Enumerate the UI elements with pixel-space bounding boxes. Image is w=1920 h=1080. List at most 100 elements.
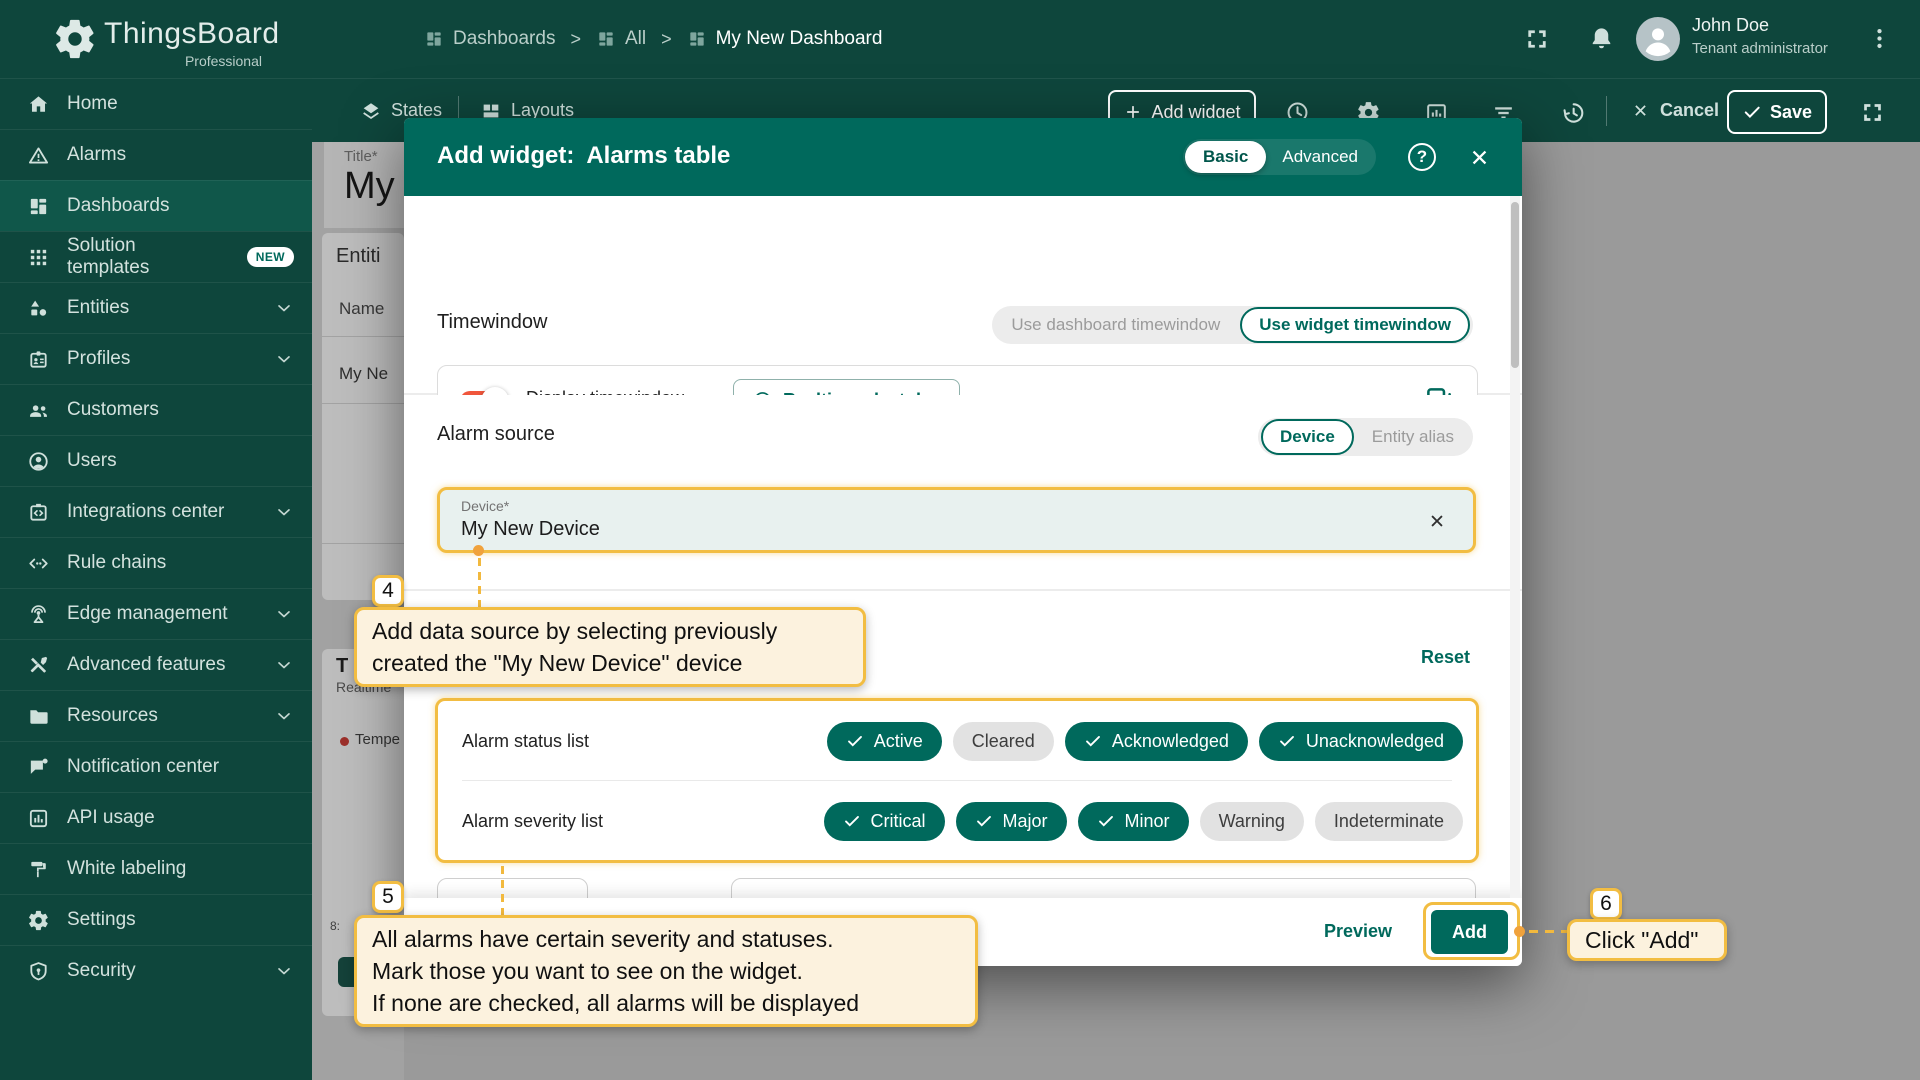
alarm-status-chip-cleared[interactable]: Cleared bbox=[953, 722, 1054, 761]
breadcrumb-all[interactable]: All bbox=[596, 28, 646, 50]
alarm-severity-chip-minor[interactable]: Minor bbox=[1078, 802, 1189, 841]
clear-device-icon[interactable] bbox=[1425, 509, 1449, 533]
tab-advanced[interactable]: Advanced bbox=[1266, 141, 1374, 173]
breadcrumb-dashboards[interactable]: Dashboards bbox=[424, 28, 555, 50]
alarm-severity-chip-critical[interactable]: Critical bbox=[824, 802, 945, 841]
device-field[interactable]: Device* My New Device bbox=[437, 487, 1476, 553]
title-field-label: Title* bbox=[344, 148, 378, 165]
alarm-status-chip-unacknowledged[interactable]: Unacknowledged bbox=[1259, 722, 1463, 761]
help-button[interactable]: ? bbox=[1408, 143, 1436, 171]
check-icon bbox=[1742, 102, 1762, 122]
users-icon bbox=[26, 449, 50, 473]
save-button[interactable]: Save bbox=[1727, 90, 1827, 134]
rule-chains-icon bbox=[26, 551, 50, 575]
dashboard-title-field-fragment: Title* My bbox=[324, 141, 404, 228]
breadcrumb-current-dashboard[interactable]: My New Dashboard bbox=[687, 28, 883, 50]
notifications-bell-icon[interactable] bbox=[1588, 25, 1615, 52]
use-dashboard-timewindow-option[interactable]: Use dashboard timewindow bbox=[995, 309, 1236, 341]
sidebar-item-edge-management[interactable]: Edge management bbox=[0, 588, 312, 639]
alarm-severity-chip-indeterminate[interactable]: Indeterminate bbox=[1315, 802, 1463, 841]
sidebar-item-security[interactable]: Security bbox=[0, 945, 312, 996]
sidebar-item-dashboards[interactable]: Dashboards bbox=[0, 180, 312, 231]
sidebar-item-label: Dashboards bbox=[67, 195, 169, 217]
sidebar-item-solution-templates[interactable]: Solution templates NEW bbox=[0, 231, 312, 282]
sidebar: Home Alarms Dashboards Solution template… bbox=[0, 78, 312, 1080]
dialog-header: Add widget: Alarms table Basic Advanced … bbox=[404, 118, 1522, 196]
tab-basic[interactable]: Basic bbox=[1185, 141, 1266, 173]
alarm-status-chip-active[interactable]: Active bbox=[827, 722, 942, 761]
chip-label: Minor bbox=[1125, 811, 1170, 832]
alarm-status-chip-acknowledged[interactable]: Acknowledged bbox=[1065, 722, 1248, 761]
title-field-value: My bbox=[344, 165, 395, 208]
alarm-source-section-title: Alarm source bbox=[437, 423, 555, 446]
sidebar-item-profiles[interactable]: Profiles bbox=[0, 333, 312, 384]
sidebar-item-settings[interactable]: Settings bbox=[0, 894, 312, 945]
check-icon bbox=[975, 812, 993, 830]
step-4-callout: Add data source by selecting previously … bbox=[354, 607, 866, 687]
alarm-status-row: Alarm status list Active Cleared Acknowl… bbox=[438, 701, 1476, 781]
dialog-close-icon[interactable] bbox=[1466, 144, 1493, 171]
sidebar-item-notification-center[interactable]: Notification center bbox=[0, 741, 312, 792]
sidebar-item-white-labeling[interactable]: White labeling bbox=[0, 843, 312, 894]
profiles-icon bbox=[26, 347, 50, 371]
dialog-title: Add widget: Alarms table bbox=[437, 142, 730, 170]
fullscreen-icon[interactable] bbox=[1860, 100, 1885, 125]
more-menu-icon[interactable] bbox=[1866, 25, 1893, 52]
api-usage-icon bbox=[26, 806, 50, 830]
axis-tick-label: 8: bbox=[330, 919, 340, 933]
timewindow-section-title: Timewindow bbox=[437, 311, 547, 334]
callout-line: If none are checked, all alarms will be … bbox=[372, 987, 960, 1019]
alarm-severity-chip-major[interactable]: Major bbox=[956, 802, 1067, 841]
step-6-callout: Click "Add" bbox=[1567, 919, 1727, 961]
sidebar-item-rule-chains[interactable]: Rule chains bbox=[0, 537, 312, 588]
sidebar-item-integrations-center[interactable]: Integrations center bbox=[0, 486, 312, 537]
cancel-button[interactable]: Cancel bbox=[1630, 79, 1719, 142]
alarm-icon bbox=[26, 143, 50, 167]
step-4-badge: 4 bbox=[372, 575, 404, 607]
sidebar-item-home[interactable]: Home bbox=[0, 78, 312, 129]
alarm-source-section: Alarm source Device Entity alias Device*… bbox=[404, 395, 1522, 589]
advanced-features-icon bbox=[26, 653, 50, 677]
callout-line: Click "Add" bbox=[1585, 924, 1698, 956]
check-icon bbox=[1097, 812, 1115, 830]
new-badge: NEW bbox=[247, 247, 294, 267]
entity-alias-option[interactable]: Entity alias bbox=[1356, 421, 1470, 453]
legend-label: Tempe bbox=[355, 731, 400, 748]
sidebar-item-customers[interactable]: Customers bbox=[0, 384, 312, 435]
alarm-severity-chip-warning[interactable]: Warning bbox=[1200, 802, 1304, 841]
dashboard-icon bbox=[596, 29, 616, 49]
fullscreen-icon[interactable] bbox=[1524, 26, 1550, 52]
sidebar-item-label: Integrations center bbox=[67, 501, 224, 523]
sidebar-item-label: Entities bbox=[67, 297, 129, 319]
close-icon bbox=[1630, 100, 1651, 121]
preview-button[interactable]: Preview bbox=[1324, 921, 1392, 942]
chip-label: Major bbox=[1003, 811, 1048, 832]
device-field-label: Device* bbox=[461, 498, 509, 514]
breadcrumb-label: All bbox=[625, 28, 646, 50]
sidebar-item-label: Alarms bbox=[67, 144, 126, 166]
use-widget-timewindow-option[interactable]: Use widget timewindow bbox=[1240, 307, 1470, 343]
sidebar-item-api-usage[interactable]: API usage bbox=[0, 792, 312, 843]
chip-label: Critical bbox=[871, 811, 926, 832]
user-role: Tenant administrator bbox=[1692, 40, 1828, 57]
step-6-badge: 6 bbox=[1590, 888, 1622, 920]
user-name: John Doe bbox=[1692, 15, 1769, 36]
dialog-scrollbar-thumb[interactable] bbox=[1511, 202, 1519, 368]
device-option[interactable]: Device bbox=[1261, 419, 1354, 455]
sidebar-item-label: Notification center bbox=[67, 756, 219, 778]
sidebar-item-advanced-features[interactable]: Advanced features bbox=[0, 639, 312, 690]
integrations-icon bbox=[26, 500, 50, 524]
step-5-callout: All alarms have certain severity and sta… bbox=[354, 915, 978, 1027]
customers-icon bbox=[26, 398, 50, 422]
avatar[interactable] bbox=[1636, 17, 1680, 61]
reset-link[interactable]: Reset bbox=[1421, 647, 1470, 668]
sidebar-item-entities[interactable]: Entities bbox=[0, 282, 312, 333]
callout-line: All alarms have certain severity and sta… bbox=[372, 923, 960, 955]
sidebar-item-alarms[interactable]: Alarms bbox=[0, 129, 312, 180]
sidebar-item-users[interactable]: Users bbox=[0, 435, 312, 486]
alarm-severity-list-label: Alarm severity list bbox=[462, 811, 603, 832]
logo-title: ThingsBoard bbox=[104, 17, 280, 51]
version-history-icon[interactable] bbox=[1560, 100, 1586, 126]
sidebar-item-resources[interactable]: Resources bbox=[0, 690, 312, 741]
dialog-title-widget-name: Alarms table bbox=[586, 142, 730, 170]
